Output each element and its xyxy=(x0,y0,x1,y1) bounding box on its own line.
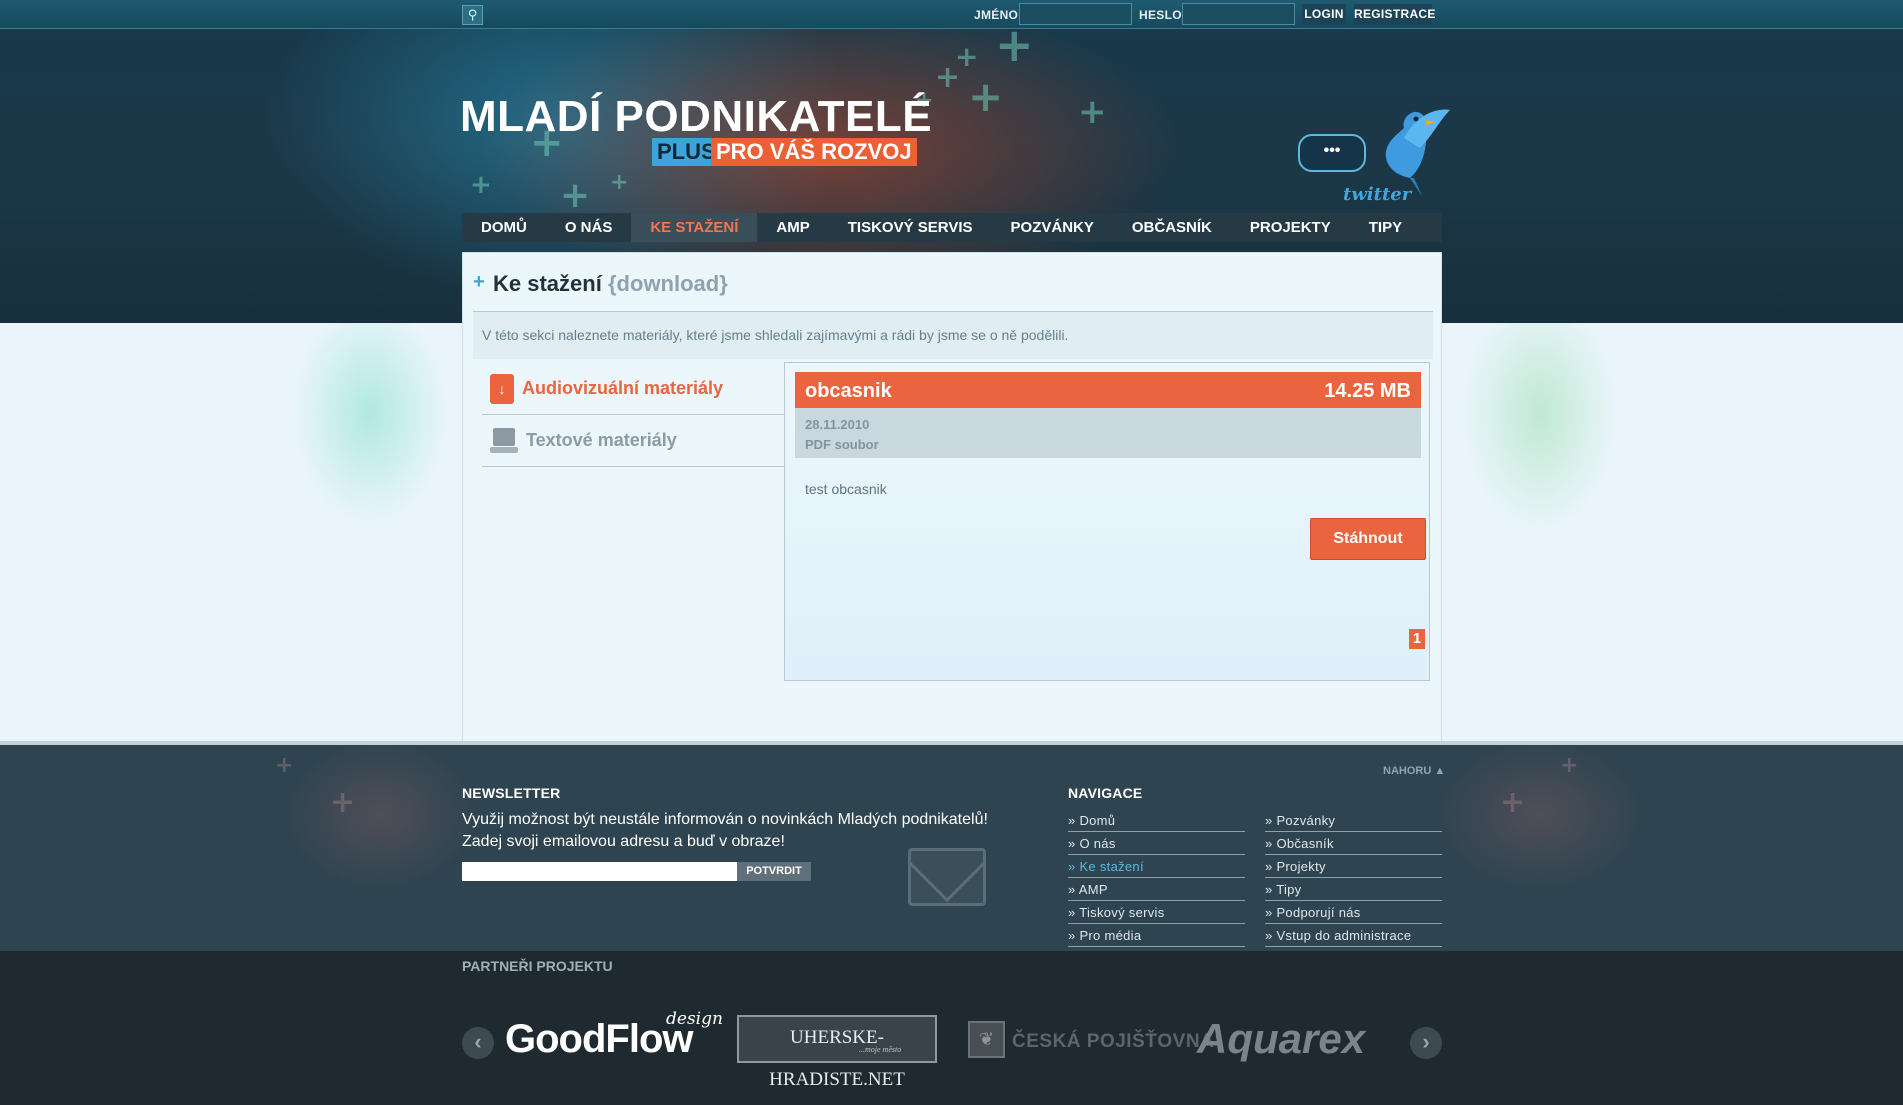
page-subtitle: {download} xyxy=(608,271,728,296)
footer-nav-item[interactable]: » AMP xyxy=(1068,878,1245,901)
laptop-icon xyxy=(490,427,518,454)
footer-nav-item[interactable]: » Podporují nás xyxy=(1265,901,1442,924)
partner-logo-goodflow[interactable]: GoodFlow design xyxy=(505,1009,723,1062)
decor-cross: + xyxy=(1500,785,1526,820)
site-footer: + + + + NAHORU ▲ NEWSLETTER Využij možno… xyxy=(0,741,1903,951)
partner-logo-uherske-hradiste[interactable]: UHERSKE-HRADISTE.NET ...moje město xyxy=(737,1015,937,1090)
partners-bar: PARTNEŘI PROJEKTU ‹ GoodFlow design UHERS… xyxy=(0,951,1903,1105)
decor-cross: + xyxy=(968,72,1004,121)
footer-nav-item[interactable]: » Občasník xyxy=(1265,832,1442,855)
newsletter-email-input[interactable] xyxy=(462,862,737,881)
back-to-top-link[interactable]: NAHORU ▲ xyxy=(1383,765,1445,777)
search-icon[interactable]: ⚲ xyxy=(462,5,483,25)
footer-nav-item[interactable]: » Tipy xyxy=(1265,878,1442,901)
footer-nav-item[interactable]: » Pozvánky xyxy=(1265,809,1442,832)
footer-nav-item[interactable]: » Domů xyxy=(1068,809,1245,832)
partner-logo-aquarex[interactable]: Aquarex xyxy=(1197,1015,1365,1063)
category-list: ↓ Audiovizuální materiály Textové materi… xyxy=(482,363,784,467)
partner-logo-ceska-pojistovna[interactable]: ČESKÁ POJIŠŤOVNA xyxy=(1012,1031,1214,1053)
nav-item-obcasnik[interactable]: OBČASNÍK xyxy=(1113,213,1231,242)
name-label: JMÉNO xyxy=(974,8,1019,22)
footer-nav-item[interactable]: » Vstup do administrace xyxy=(1265,924,1442,947)
logo-tagline: PRO VÁŠ ROZVOJ xyxy=(711,138,917,166)
decor-cross: + xyxy=(1560,753,1579,778)
decor-cross: + xyxy=(470,170,492,200)
password-label: HESLO xyxy=(1139,8,1182,22)
site-logo-title[interactable]: MLADÍ PODNIKATELÉ xyxy=(460,92,932,142)
download-item: obcasnik 14.25 MB 28.11.2010 PDF soubor … xyxy=(784,362,1430,681)
password-input[interactable] xyxy=(1182,3,1295,25)
download-header: obcasnik 14.25 MB xyxy=(795,372,1421,408)
decor-cross: + xyxy=(610,170,629,195)
decor-cross: + xyxy=(1078,92,1107,132)
decor-cross: + xyxy=(275,753,294,778)
twitter-bubble[interactable]: ••• xyxy=(1298,134,1366,172)
top-bar: ⚲ JMÉNO HESLO LOGIN REGISTRACE xyxy=(0,0,1903,29)
partners-heading: PARTNEŘI PROJEKTU xyxy=(462,958,613,974)
decor-cross: + xyxy=(560,175,591,216)
newsletter-submit-button[interactable]: POTVRDIT xyxy=(737,862,811,881)
footer-nav-left: » Domů » O nás » Ke stažení » AMP » Tisk… xyxy=(1068,809,1245,947)
download-type: PDF soubor xyxy=(805,437,879,452)
ceska-pojistovna-emblem-icon[interactable]: ❦ xyxy=(968,1021,1005,1058)
chevron-left-icon[interactable]: ‹ xyxy=(462,1027,494,1059)
navigation-heading: NAVIGACE xyxy=(1068,785,1143,801)
download-name: obcasnik xyxy=(805,380,892,402)
login-button[interactable]: LOGIN xyxy=(1302,4,1346,25)
newsletter-text: Využij možnost být neustále informován o… xyxy=(462,809,1022,853)
category-item-audio[interactable]: ↓ Audiovizuální materiály xyxy=(482,363,784,415)
register-button[interactable]: REGISTRACE xyxy=(1354,4,1435,25)
title-plus-icon: + xyxy=(473,271,485,293)
category-label: Audiovizuální materiály xyxy=(522,378,724,398)
page-intro: V této sekci naleznete materiály, které … xyxy=(473,311,1433,359)
nav-item-ke-stazeni[interactable]: KE STAŽENÍ xyxy=(631,213,758,242)
document-download-icon: ↓ xyxy=(490,373,514,404)
nav-item-domu[interactable]: DOMŮ xyxy=(462,213,546,242)
page-title: Ke stažení xyxy=(493,271,602,296)
footer-nav-item[interactable]: » O nás xyxy=(1068,832,1245,855)
nav-item-pozvanky[interactable]: POZVÁNKY xyxy=(992,213,1113,242)
name-input[interactable] xyxy=(1019,3,1132,25)
chevron-right-icon[interactable]: › xyxy=(1410,1027,1442,1059)
footer-nav-item[interactable]: » Pro média xyxy=(1068,924,1245,947)
decor-cross: + xyxy=(935,60,961,95)
download-date: 28.11.2010 xyxy=(805,417,870,432)
category-label: Textové materiály xyxy=(526,430,677,450)
footer-nav-right: » Pozvánky » Občasník » Projekty » Tipy … xyxy=(1265,809,1442,947)
download-description: test obcasnik xyxy=(805,481,887,497)
category-item-text[interactable]: Textové materiály xyxy=(482,415,784,467)
download-button[interactable]: Stáhnout xyxy=(1310,518,1426,560)
nav-item-o-nas[interactable]: O NÁS xyxy=(546,213,632,242)
nav-item-tipy[interactable]: TIPY xyxy=(1350,213,1421,242)
download-panel: + Ke stažení {download} V této sekci nal… xyxy=(462,252,1442,742)
nav-item-tiskovy-servis[interactable]: TISKOVÝ SERVIS xyxy=(829,213,992,242)
download-meta: 28.11.2010 PDF soubor xyxy=(795,408,1421,458)
nav-item-amp[interactable]: AMP xyxy=(757,213,828,242)
footer-nav-item[interactable]: » Projekty xyxy=(1265,855,1442,878)
pagination-page[interactable]: 1 xyxy=(1409,629,1425,649)
newsletter-heading: NEWSLETTER xyxy=(462,785,561,801)
decor-cross: + xyxy=(330,785,356,820)
nav-item-projekty[interactable]: PROJEKTY xyxy=(1231,213,1350,242)
newsletter-text-line: Využij možnost být neustále informován o… xyxy=(462,811,988,828)
download-size: 14.25 MB xyxy=(1324,380,1411,402)
footer-nav-item-active[interactable]: » Ke stažení xyxy=(1068,855,1245,878)
twitter-label[interactable]: twitter xyxy=(1343,184,1411,205)
main-nav: DOMŮ O NÁS KE STAŽENÍ AMP TISKOVÝ SERVIS… xyxy=(462,213,1442,242)
footer-nav-item[interactable]: » Tiskový servis xyxy=(1068,901,1245,924)
envelope-icon xyxy=(908,848,986,906)
